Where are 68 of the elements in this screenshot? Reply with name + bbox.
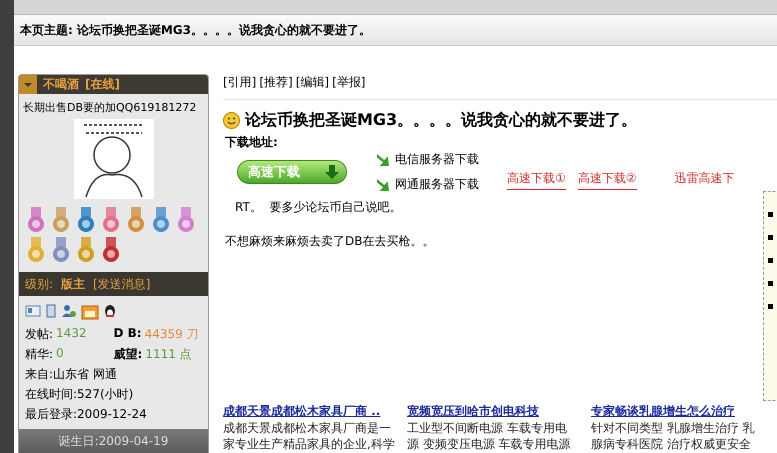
medal-icon [100, 237, 122, 263]
profile-info: 来自:山东省 网通 [24, 366, 118, 383]
server-download-link[interactable]: 电信服务器下载 [377, 151, 479, 168]
ad-title-link[interactable]: 宽频宽压到哈市创电科技 [407, 403, 583, 420]
birthday-footer: 诞生日:2009-04-19 [19, 429, 208, 453]
stat-label: 威望: [114, 346, 142, 363]
medal-icon [100, 207, 122, 233]
smiley-icon [223, 112, 240, 129]
topic-label: 本页主题: [20, 22, 73, 38]
stat-value: 44359 刀 [144, 326, 199, 343]
bullet-icon [768, 235, 773, 240]
ad-text: 腺病专科医院 治疗权威更安全 [591, 436, 752, 452]
medal-icon [50, 237, 72, 263]
medal-icon [50, 207, 72, 233]
medal-icon [125, 207, 147, 233]
medal-icon [175, 207, 197, 233]
medal-icon [25, 207, 47, 233]
profile-info: 最后登录:2009-12-24 [24, 406, 148, 423]
post-action-link[interactable]: [编辑] [296, 74, 330, 91]
post-action-link[interactable]: [引用] [223, 74, 256, 91]
post-text: RT。 要多少论坛币自己说吧。 [235, 199, 402, 216]
topic-title: 论坛币换把圣诞MG3。。。。说我贪心的就不要进了。 [76, 22, 371, 38]
post-action-link[interactable]: [推荐] [259, 74, 293, 91]
download-label: 下载地址: [225, 134, 279, 151]
level-label: 级别: [25, 276, 54, 292]
signature: 长期出售DB要的加QQ619181272 [23, 100, 196, 115]
caret-icon[interactable] [19, 75, 37, 94]
phone-icon[interactable] [45, 304, 57, 318]
stat-label: 发帖: [25, 326, 54, 343]
medal-icon [150, 207, 172, 233]
profile-card-icon[interactable] [25, 304, 41, 318]
ad-text: 家专业生产精品家具的企业,科学 [223, 436, 396, 452]
fast-download-link[interactable]: 迅雷高速下 [674, 170, 735, 190]
bullet-icon [768, 281, 773, 286]
arrow-icon [377, 178, 389, 190]
bullet-icon [768, 258, 773, 263]
ad-text: 成都天景成都松木家具厂商是一 [223, 420, 392, 436]
ad-text: 源 变频变压电源 车载专用电源 [407, 436, 572, 452]
mailbox-icon[interactable] [81, 304, 99, 320]
arrow-icon [377, 154, 389, 166]
post-text: 不想麻烦来麻烦去卖了DB在去买枪。。 [225, 233, 436, 250]
ad-title-link[interactable]: 专家畅谈乳腺增生怎么治疗 [591, 403, 767, 420]
profile-info: 在线时间:527(小时) [24, 386, 134, 403]
stat-label: 精华: [25, 346, 54, 363]
bullet-icon [768, 212, 773, 217]
stat-value: 1432 [56, 326, 87, 342]
fast-download-link[interactable]: 高速下载② [578, 170, 637, 190]
ad-text: 工业型不间断电源 车载专用电 [407, 420, 568, 436]
ad-text: 针对不同类型 乳腺增生治疗 乳 [591, 420, 756, 436]
medal-icon [75, 207, 97, 233]
medal-icon [75, 237, 97, 263]
bullet-icon [768, 304, 773, 309]
medal-icon [25, 237, 47, 263]
fast-download-link[interactable]: 高速下载① [507, 170, 566, 190]
server-download-link[interactable]: 网通服务器下载 [377, 176, 479, 193]
down-arrow-icon [324, 164, 340, 180]
stat-value: 1111 点 [145, 346, 192, 363]
post-title: 论坛币换把圣诞MG3。。。。说我贪心的就不要进了。 [245, 110, 638, 131]
level-value: 版主 [61, 276, 86, 292]
stat-label: D B: [114, 326, 142, 342]
penguin-icon[interactable] [103, 304, 117, 318]
online-status: [在线] [85, 76, 120, 93]
send-message-link[interactable]: [发送消息] [93, 276, 150, 292]
stat-value: 0 [56, 346, 64, 362]
add-user-icon[interactable] [61, 304, 77, 318]
post-action-link[interactable]: [举报] [332, 74, 366, 91]
ad-title-link[interactable]: 成都天景成都松木家具厂商 .. [223, 403, 399, 420]
user-name: 不喝酒 [43, 76, 79, 93]
